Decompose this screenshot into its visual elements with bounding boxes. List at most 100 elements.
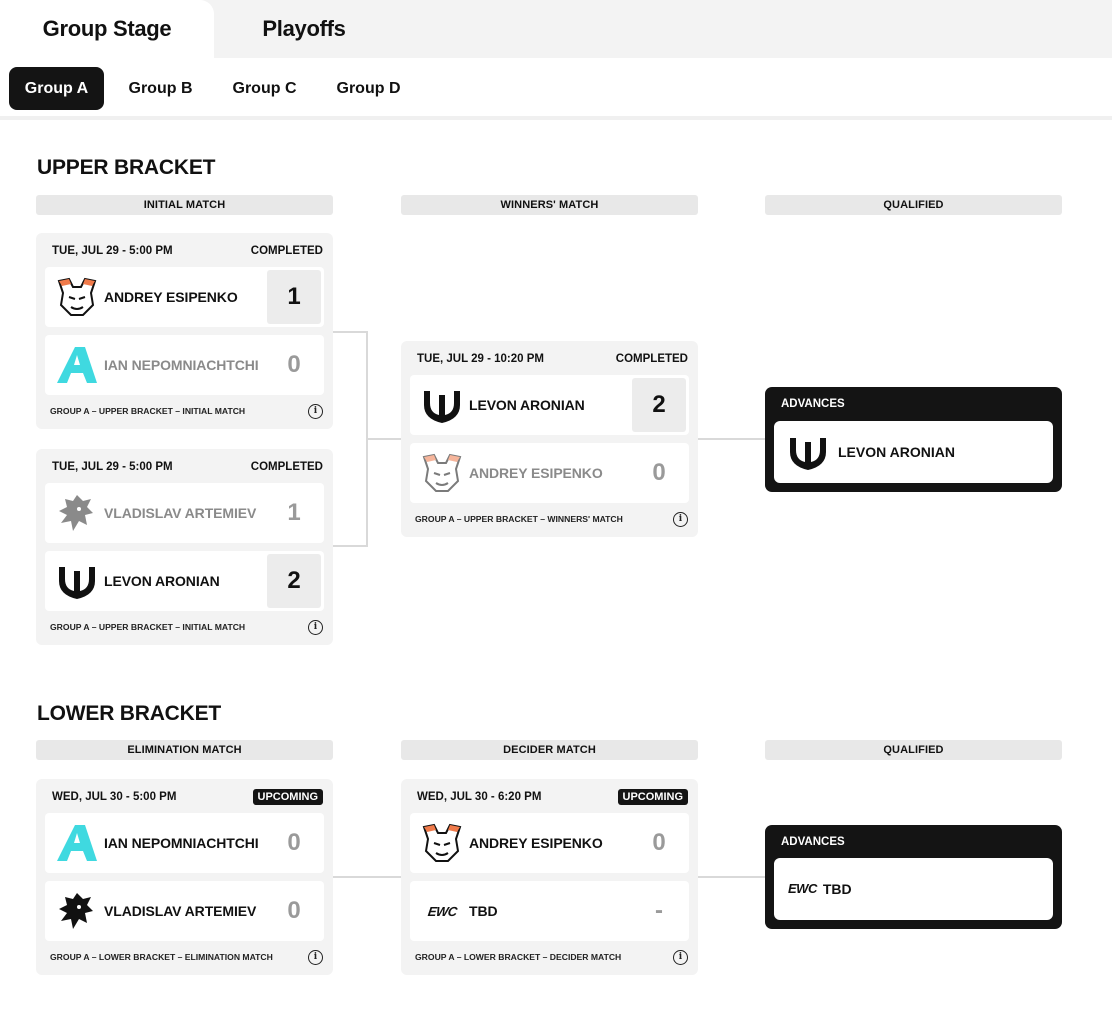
team-score: 0 xyxy=(652,459,666,486)
team-row[interactable]: LEVON ARONIAN 2 xyxy=(410,375,689,435)
match-datetime: WED, JUL 30 - 6:20 PM xyxy=(417,791,542,803)
match-header: WED, JUL 30 - 6:20 PM UPCOMING xyxy=(417,789,688,805)
group-tab-bar: Group A Group B Group C Group D xyxy=(0,58,1112,120)
qualified-team-row[interactable]: LEVON ARONIAN xyxy=(774,421,1053,483)
team-row[interactable]: VLADISLAV ARTEMIEV 0 xyxy=(45,881,324,941)
status-badge: UPCOMING xyxy=(252,789,323,805)
match-footer-label: GROUP A – LOWER BRACKET – ELIMINATION MA… xyxy=(50,952,273,962)
team-score: 2 xyxy=(632,378,686,432)
trident-logo-icon xyxy=(784,428,832,476)
team-row[interactable]: IAN NEPOMNIACHTCHI 0 xyxy=(45,335,324,395)
column-header-elimination-match: ELIMINATION MATCH xyxy=(36,740,333,760)
team-score: 1 xyxy=(267,270,321,324)
virtus-pro-bear-icon xyxy=(418,819,466,867)
status-badge: COMPLETED xyxy=(250,245,323,257)
team-score: 0 xyxy=(652,829,666,856)
match-footer-label: GROUP A – UPPER BRACKET – INITIAL MATCH xyxy=(50,622,246,632)
team-name: ANDREY ESIPENKO xyxy=(469,835,603,851)
team-name: VLADISLAV ARTEMIEV xyxy=(104,903,257,919)
team-score: - xyxy=(655,897,663,924)
bracket-connector xyxy=(366,438,401,440)
upper-bracket-title: UPPER BRACKET xyxy=(37,156,216,179)
match-datetime: TUE, JUL 29 - 5:00 PM xyxy=(52,245,173,257)
tab-group-a[interactable]: Group A xyxy=(9,67,104,110)
team-name: LEVON ARONIAN xyxy=(838,444,955,460)
status-badge: UPCOMING xyxy=(617,789,688,805)
team-name: TBD xyxy=(822,881,852,897)
match-header: TUE, JUL 29 - 5:00 PM COMPLETED xyxy=(52,243,323,259)
team-score: 1 xyxy=(287,499,301,526)
bracket-connector xyxy=(333,331,368,333)
tab-group-b[interactable]: Group B xyxy=(113,67,208,110)
column-header-initial-match: INITIAL MATCH xyxy=(36,195,333,215)
team-name: TBD xyxy=(469,903,498,919)
tab-group-d[interactable]: Group D xyxy=(321,67,416,110)
spirit-dragon-icon xyxy=(53,887,101,935)
team-a-logo-icon xyxy=(53,819,101,867)
qualified-card-lower[interactable]: ADVANCES EWC TBD xyxy=(765,825,1062,929)
team-row[interactable]: IAN NEPOMNIACHTCHI 0 xyxy=(45,813,324,873)
ewc-logo-icon: EWC xyxy=(788,881,817,896)
tab-group-c[interactable]: Group C xyxy=(217,67,312,110)
bracket-connector xyxy=(698,876,765,878)
match-card-lower-elimination[interactable]: WED, JUL 30 - 5:00 PM UPCOMING IAN NEPOM… xyxy=(36,779,333,975)
team-row[interactable]: VLADISLAV ARTEMIEV 1 xyxy=(45,483,324,543)
team-score: 0 xyxy=(287,829,301,856)
match-card-upper-initial-1[interactable]: TUE, JUL 29 - 5:00 PM COMPLETED ANDREY E… xyxy=(36,233,333,429)
bracket-connector xyxy=(333,876,401,878)
match-footer: GROUP A – LOWER BRACKET – DECIDER MATCH … xyxy=(415,949,688,965)
team-name: LEVON ARONIAN xyxy=(469,397,585,413)
status-badge: COMPLETED xyxy=(250,461,323,473)
virtus-pro-bear-icon xyxy=(418,449,466,497)
team-row[interactable]: ANDREY ESIPENKO 1 xyxy=(45,267,324,327)
qualified-team-row[interactable]: EWC TBD xyxy=(774,858,1053,920)
column-header-winners-match: WINNERS' MATCH xyxy=(401,195,698,215)
match-footer: GROUP A – UPPER BRACKET – INITIAL MATCH … xyxy=(50,619,323,635)
info-icon[interactable]: i xyxy=(308,403,323,419)
match-datetime: WED, JUL 30 - 5:00 PM xyxy=(52,791,177,803)
team-row[interactable]: ANDREY ESIPENKO 0 xyxy=(410,443,689,503)
team-score: 0 xyxy=(287,897,301,924)
virtus-pro-bear-icon xyxy=(53,273,101,321)
column-header-qualified: QUALIFIED xyxy=(765,740,1062,760)
bracket-connector xyxy=(698,438,765,440)
team-row[interactable]: EWC TBD - xyxy=(410,881,689,941)
tab-group-stage[interactable]: Group Stage xyxy=(0,0,214,58)
match-footer-label: GROUP A – LOWER BRACKET – DECIDER MATCH xyxy=(415,952,622,962)
info-icon[interactable]: i xyxy=(308,949,323,965)
team-a-logo-icon xyxy=(53,341,101,389)
tab-playoffs[interactable]: Playoffs xyxy=(214,0,394,58)
column-header-decider-match: DECIDER MATCH xyxy=(401,740,698,760)
team-score: 2 xyxy=(267,554,321,608)
spirit-dragon-icon xyxy=(53,489,101,537)
match-header: TUE, JUL 29 - 10:20 PM COMPLETED xyxy=(417,351,688,367)
match-card-lower-decider[interactable]: WED, JUL 30 - 6:20 PM UPCOMING ANDREY ES… xyxy=(401,779,698,975)
match-footer-label: GROUP A – UPPER BRACKET – WINNERS' MATCH xyxy=(415,514,623,524)
match-card-upper-initial-2[interactable]: TUE, JUL 29 - 5:00 PM COMPLETED VLADISLA… xyxy=(36,449,333,645)
match-footer: GROUP A – UPPER BRACKET – WINNERS' MATCH… xyxy=(415,511,688,527)
info-icon[interactable]: i xyxy=(308,619,323,635)
team-name: LEVON ARONIAN xyxy=(104,573,220,589)
match-card-upper-winners[interactable]: TUE, JUL 29 - 10:20 PM COMPLETED LEVON A… xyxy=(401,341,698,537)
advances-label: ADVANCES xyxy=(781,398,845,410)
qualified-card-upper[interactable]: ADVANCES LEVON ARONIAN xyxy=(765,387,1062,492)
bracket-connector xyxy=(333,545,368,547)
match-datetime: TUE, JUL 29 - 10:20 PM xyxy=(417,353,544,365)
info-icon[interactable]: i xyxy=(673,511,688,527)
stage-tab-bar: Group Stage Playoffs xyxy=(0,0,1112,58)
status-badge: COMPLETED xyxy=(615,353,688,365)
team-row[interactable]: LEVON ARONIAN 2 xyxy=(45,551,324,611)
match-header: TUE, JUL 29 - 5:00 PM COMPLETED xyxy=(52,459,323,475)
trident-logo-icon xyxy=(53,557,101,605)
team-name: IAN NEPOMNIACHTCHI xyxy=(104,357,259,373)
team-score: 0 xyxy=(287,351,301,378)
team-name: ANDREY ESIPENKO xyxy=(469,465,603,481)
team-row[interactable]: ANDREY ESIPENKO 0 xyxy=(410,813,689,873)
column-header-qualified: QUALIFIED xyxy=(765,195,1062,215)
team-name: ANDREY ESIPENKO xyxy=(104,289,238,305)
match-datetime: TUE, JUL 29 - 5:00 PM xyxy=(52,461,173,473)
advances-label: ADVANCES xyxy=(781,836,845,848)
ewc-logo-icon: EWC xyxy=(426,903,458,919)
match-header: WED, JUL 30 - 5:00 PM UPCOMING xyxy=(52,789,323,805)
info-icon[interactable]: i xyxy=(673,949,688,965)
